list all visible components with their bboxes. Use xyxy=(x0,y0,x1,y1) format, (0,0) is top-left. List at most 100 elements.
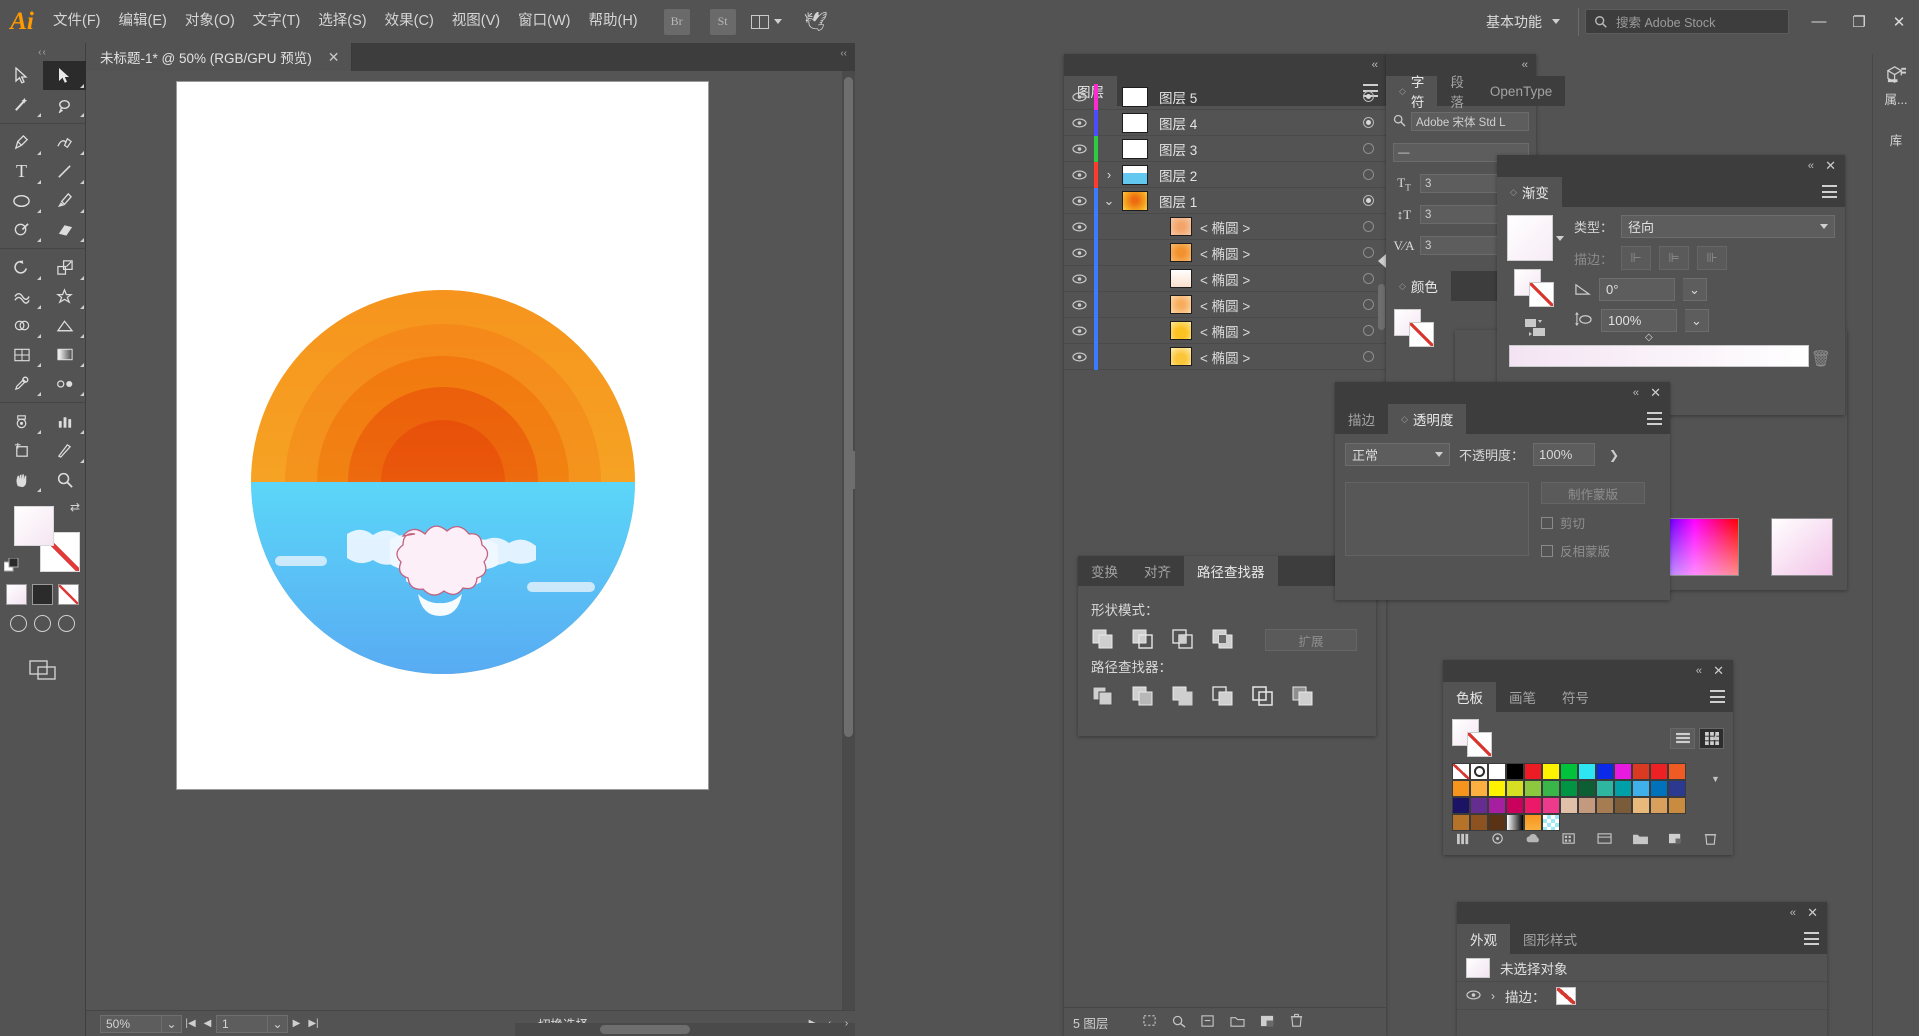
prev-artboard-button[interactable]: ◀ xyxy=(199,1015,216,1033)
new-folder-icon[interactable] xyxy=(1632,832,1649,849)
tool-selection[interactable] xyxy=(0,61,43,90)
mask-preview[interactable] xyxy=(1345,482,1529,556)
gradient-mode-button[interactable] xyxy=(6,584,27,605)
layer-target-icon[interactable] xyxy=(1350,117,1386,128)
tool-lasso[interactable] xyxy=(43,90,86,119)
tool-width[interactable] xyxy=(0,282,43,311)
hscrollbar-thumb[interactable] xyxy=(600,1025,690,1034)
swatch-libraries-icon[interactable] xyxy=(1456,832,1472,849)
new-color-group-icon[interactable] xyxy=(1562,832,1578,849)
swatch-item[interactable] xyxy=(1668,797,1686,814)
delete-swatch-icon[interactable] xyxy=(1703,831,1718,849)
tab-transparency[interactable]: ◇ 透明度 xyxy=(1388,404,1467,434)
panel-resize-handle[interactable] xyxy=(845,451,855,489)
layer-collapse-arrow[interactable]: ⌄ xyxy=(1098,193,1120,209)
object-name[interactable]: < 椭圆 > xyxy=(1192,269,1350,289)
swatch-item[interactable] xyxy=(1668,780,1686,797)
tool-eyedropper[interactable] xyxy=(0,369,43,398)
object-target-icon[interactable] xyxy=(1350,221,1386,232)
tab-gradient[interactable]: ◇ 渐变 xyxy=(1497,177,1562,207)
swatch-grid[interactable] xyxy=(1452,763,1702,831)
swatch-item[interactable] xyxy=(1632,780,1650,797)
swatch-item[interactable] xyxy=(1560,763,1578,780)
document-tab[interactable]: 未标题-1* @ 50% (RGB/GPU 预览) ✕ xyxy=(86,43,353,71)
delete-layer-icon[interactable] xyxy=(1289,1013,1304,1031)
tool-free-transform[interactable] xyxy=(43,282,86,311)
table-row[interactable]: 图层 5 xyxy=(1064,84,1386,110)
tab-opentype[interactable]: OpenType xyxy=(1476,76,1566,106)
minimize-button[interactable]: — xyxy=(1799,0,1839,43)
swatch-item[interactable] xyxy=(1614,780,1632,797)
visibility-toggle-icon[interactable] xyxy=(1064,248,1094,258)
swatch-item[interactable] xyxy=(1632,763,1650,780)
tool-direct-selection[interactable] xyxy=(43,61,86,90)
swatch-item[interactable] xyxy=(1578,780,1596,797)
swatch-item[interactable] xyxy=(1452,797,1470,814)
layer-name[interactable]: 图层 2 xyxy=(1148,165,1350,185)
default-fill-stroke-icon[interactable] xyxy=(3,557,19,576)
layer-target-icon[interactable] xyxy=(1350,169,1386,180)
tool-gradient[interactable] xyxy=(43,340,86,369)
minus-front-button[interactable] xyxy=(1131,628,1157,652)
gradient-slider-bar[interactable] xyxy=(1509,345,1809,367)
tool-paintbrush[interactable] xyxy=(43,186,86,215)
artboard-dropdown-icon[interactable]: ⌄ xyxy=(268,1014,288,1033)
stroke-gradient-along-button[interactable]: ⊫ xyxy=(1659,246,1690,270)
object-target-icon[interactable] xyxy=(1350,351,1386,362)
menu-select[interactable]: 选择(S) xyxy=(309,0,375,43)
minus-back-button[interactable] xyxy=(1291,685,1317,709)
swatch-item[interactable] xyxy=(1506,763,1524,780)
clip-checkbox-row[interactable]: 剪切 xyxy=(1541,513,1660,532)
visibility-toggle-icon[interactable] xyxy=(1064,300,1094,310)
visibility-toggle-icon[interactable] xyxy=(1064,222,1094,232)
intersect-button[interactable] xyxy=(1171,628,1197,652)
collapse-icon[interactable]: ‹‹ xyxy=(1808,160,1814,172)
tool-column-graph[interactable] xyxy=(43,407,86,436)
outline-button[interactable] xyxy=(1251,685,1277,709)
chevron-down-icon[interactable] xyxy=(1556,235,1564,241)
object-name[interactable]: < 椭圆 > xyxy=(1192,217,1350,237)
gradient-type-select[interactable]: 径向 xyxy=(1621,215,1835,238)
font-family-input[interactable]: Adobe 宋体 Std L xyxy=(1411,112,1529,131)
tool-magic-wand[interactable] xyxy=(0,90,43,119)
menu-help[interactable]: 帮助(H) xyxy=(579,0,646,43)
swatch-item[interactable] xyxy=(1650,763,1668,780)
tab-pathfinder[interactable]: 路径查找器 xyxy=(1184,556,1278,586)
tool-eraser[interactable] xyxy=(43,215,86,244)
tool-curvature[interactable] xyxy=(43,128,86,157)
first-artboard-button[interactable]: |◀ xyxy=(182,1015,199,1033)
layer-name[interactable]: 图层 5 xyxy=(1148,87,1350,107)
table-row[interactable]: 图层 4 xyxy=(1064,109,1386,136)
tool-scale[interactable] xyxy=(43,253,86,282)
object-name[interactable]: < 椭圆 > xyxy=(1192,243,1350,263)
close-icon[interactable]: ✕ xyxy=(1650,385,1661,401)
gradient-type-row[interactable]: 类型： 径向 xyxy=(1574,215,1835,238)
tool-shape-builder[interactable] xyxy=(0,311,43,340)
zoom-level-input[interactable]: 50% xyxy=(100,1014,162,1033)
tool-mesh[interactable] xyxy=(0,340,43,369)
object-name[interactable]: < 椭圆 > xyxy=(1192,321,1350,341)
gradient-angle-input[interactable]: 0° xyxy=(1599,278,1675,301)
swatch-item[interactable] xyxy=(1506,780,1524,797)
close-icon[interactable]: ✕ xyxy=(1807,905,1818,921)
swatch-none[interactable] xyxy=(1452,763,1470,780)
visibility-toggle-icon[interactable] xyxy=(1064,352,1094,362)
scroll-down-icon[interactable]: ▼ xyxy=(1711,774,1720,784)
trim-button[interactable] xyxy=(1131,685,1157,709)
table-row[interactable]: < 椭圆 > xyxy=(1064,239,1386,266)
gradient-panel-menu-icon[interactable] xyxy=(1822,185,1837,198)
menu-window[interactable]: 窗口(W) xyxy=(509,0,579,43)
chevron-down-icon[interactable]: ⌄ xyxy=(1683,278,1707,301)
new-layer-icon[interactable] xyxy=(1259,1014,1276,1031)
tab-appearance[interactable]: 外观 xyxy=(1457,924,1510,954)
invert-mask-checkbox-row[interactable]: 反相蒙版 xyxy=(1541,541,1660,560)
restore-button[interactable]: ❐ xyxy=(1839,0,1879,43)
opacity-input[interactable]: 100% xyxy=(1533,443,1596,466)
divide-button[interactable] xyxy=(1091,685,1117,709)
swatches-panel-menu-icon[interactable] xyxy=(1710,690,1725,703)
tool-blend[interactable] xyxy=(43,369,86,398)
expand-button[interactable]: 扩展 xyxy=(1265,629,1357,651)
clip-checkbox[interactable] xyxy=(1541,516,1553,529)
chevron-down-icon[interactable]: ⌄ xyxy=(1685,309,1709,332)
tool-slice[interactable] xyxy=(43,436,86,465)
